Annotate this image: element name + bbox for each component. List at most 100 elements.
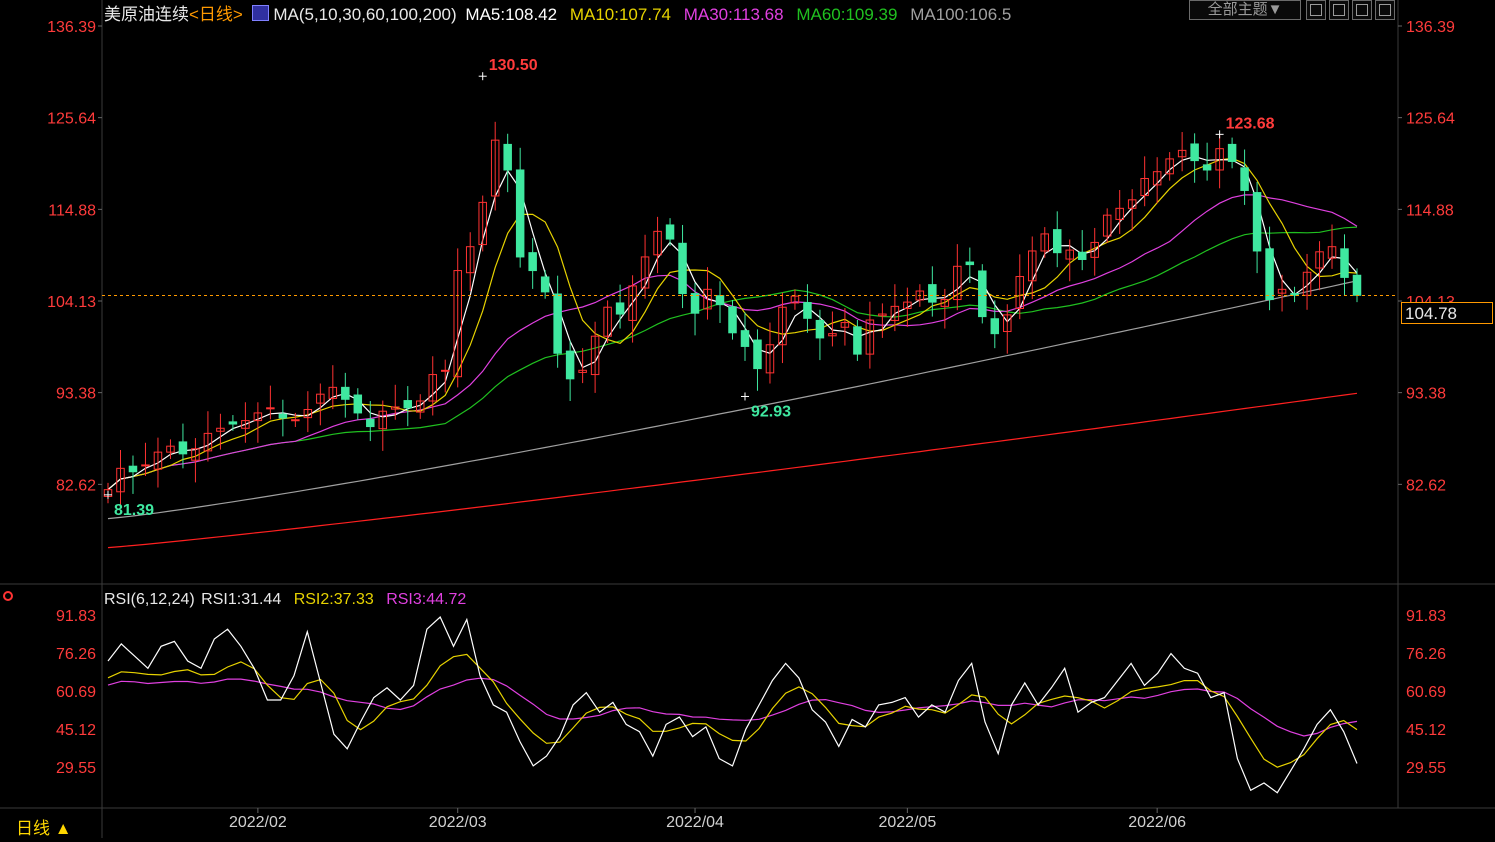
price-tick-label: 136.39 — [47, 19, 96, 36]
candle-body — [366, 418, 375, 428]
ma-params[interactable]: MA(5,10,30,60,100,200) — [273, 5, 456, 24]
candle — [278, 399, 288, 437]
candle-body — [503, 143, 512, 171]
candle — [715, 281, 725, 323]
candle-body — [728, 306, 737, 334]
last-price-label: 104.78 — [1401, 302, 1493, 324]
rsi-legend: RSI(6,12,24) RSI1:31.44 RSI2:37.33 RSI3:… — [104, 591, 466, 609]
candle-body — [515, 169, 525, 258]
candle-body — [266, 407, 275, 410]
candle-body — [178, 441, 188, 455]
layout-split-icon[interactable] — [1329, 0, 1349, 20]
candle — [203, 411, 213, 462]
rsi3-value: RSI3:44.72 — [386, 591, 467, 608]
candle — [503, 133, 512, 193]
candle — [478, 195, 487, 252]
candle-body — [540, 276, 550, 293]
candle-body — [403, 400, 413, 409]
candle — [1202, 142, 1212, 181]
layout-window-icon[interactable] — [1352, 0, 1372, 20]
rsi-tick-label-right: 76.26 — [1406, 646, 1446, 663]
candle — [1227, 137, 1237, 169]
ma10-value: MA10:107.74 — [569, 5, 671, 24]
ma100-value: MA100:106.5 — [910, 5, 1012, 24]
rsi-tick-label-right: 91.83 — [1406, 608, 1446, 625]
rsi2-value: RSI2:37.33 — [293, 591, 374, 608]
rsi-tick-label-right: 29.55 — [1406, 760, 1446, 777]
candle — [615, 284, 625, 329]
candle — [790, 289, 800, 310]
candle — [266, 385, 275, 420]
rsi-tick-label-right: 60.69 — [1406, 684, 1446, 701]
candle — [241, 402, 250, 443]
candle-body — [1077, 251, 1087, 260]
price-axis-left: 136.39 125.64 114.88 104.13 93.38 82.62 — [47, 19, 102, 494]
date-tick-label: 2022/02 — [229, 814, 287, 831]
candle-body — [141, 464, 150, 467]
candle — [1252, 181, 1262, 274]
candle — [515, 147, 525, 268]
price-tick-label-right: 125.64 — [1406, 111, 1455, 128]
annotation-label: 123.68 — [1226, 115, 1275, 132]
candle — [1077, 230, 1087, 271]
candle — [316, 383, 325, 426]
candle — [1190, 133, 1199, 183]
candle — [1327, 224, 1337, 269]
candle-body — [228, 421, 238, 425]
candle-body — [740, 330, 750, 347]
candle-body — [615, 302, 625, 315]
rsi-lines — [107, 615, 1358, 794]
price-chart[interactable]: 136.39 125.64 114.88 104.13 93.38 82.62 136.3… — [0, 0, 1495, 842]
instrument-title[interactable]: 美原油连续 — [104, 5, 189, 24]
candle — [378, 400, 388, 451]
theme-dropdown-button[interactable]: 全部主题▼ — [1189, 0, 1301, 20]
candle-body — [715, 295, 725, 306]
candle — [1102, 208, 1112, 243]
candle — [540, 270, 550, 299]
rsi-tick-label: 91.83 — [56, 608, 96, 625]
ma60-value: MA60:109.39 — [796, 5, 898, 24]
candle — [353, 388, 363, 420]
price-tick-label-right: 114.88 — [1406, 202, 1454, 219]
candle-body — [128, 465, 138, 473]
candle-body — [440, 369, 450, 372]
candle-body — [978, 270, 987, 318]
price-tick-label-right: 82.62 — [1406, 477, 1446, 494]
candle-body — [553, 293, 562, 354]
candle — [665, 218, 675, 246]
date-tick-label: 2022/05 — [878, 814, 936, 831]
layout-grid-icon[interactable] — [1306, 0, 1326, 20]
candle — [440, 359, 450, 393]
candle — [228, 415, 238, 431]
candle — [778, 292, 787, 364]
candle-body — [753, 339, 762, 370]
ma-settings-icon[interactable] — [251, 5, 269, 21]
annotation-label: 130.50 — [489, 57, 538, 74]
candle-body — [528, 252, 537, 272]
candle-body — [1052, 229, 1062, 254]
annotation-label: 92.93 — [751, 403, 791, 420]
candle-body — [965, 261, 975, 266]
price-tick-label-right: 136.39 — [1406, 19, 1455, 36]
candle-body — [678, 242, 687, 295]
rsi-params[interactable]: RSI(6,12,24) — [104, 591, 195, 608]
candle — [1040, 227, 1049, 258]
period-tab[interactable]: 日线 ▲ — [0, 808, 100, 838]
candle — [1340, 234, 1349, 296]
price-tick-label: 93.38 — [56, 386, 96, 403]
extreme-annotations: 130.50 92.93 123.68 81.39 — [104, 57, 1275, 519]
date-tick-label: 2022/06 — [1128, 814, 1186, 831]
rsi-settings-icon[interactable] — [3, 591, 13, 601]
candle-body — [1265, 248, 1274, 301]
date-axis: 2022/02 2022/03 2022/04 2022/05 2022/06 — [229, 808, 1186, 831]
price-tick-label: 82.62 — [56, 477, 96, 494]
candle — [828, 311, 837, 347]
candle — [1028, 236, 1037, 300]
candle — [690, 282, 700, 336]
candle — [1177, 132, 1187, 172]
candle-body — [690, 293, 700, 314]
date-tick-label: 2022/04 — [666, 814, 724, 831]
layout-full-icon[interactable] — [1375, 0, 1395, 20]
candle — [953, 244, 962, 311]
period-label[interactable]: <日线> — [189, 5, 243, 24]
